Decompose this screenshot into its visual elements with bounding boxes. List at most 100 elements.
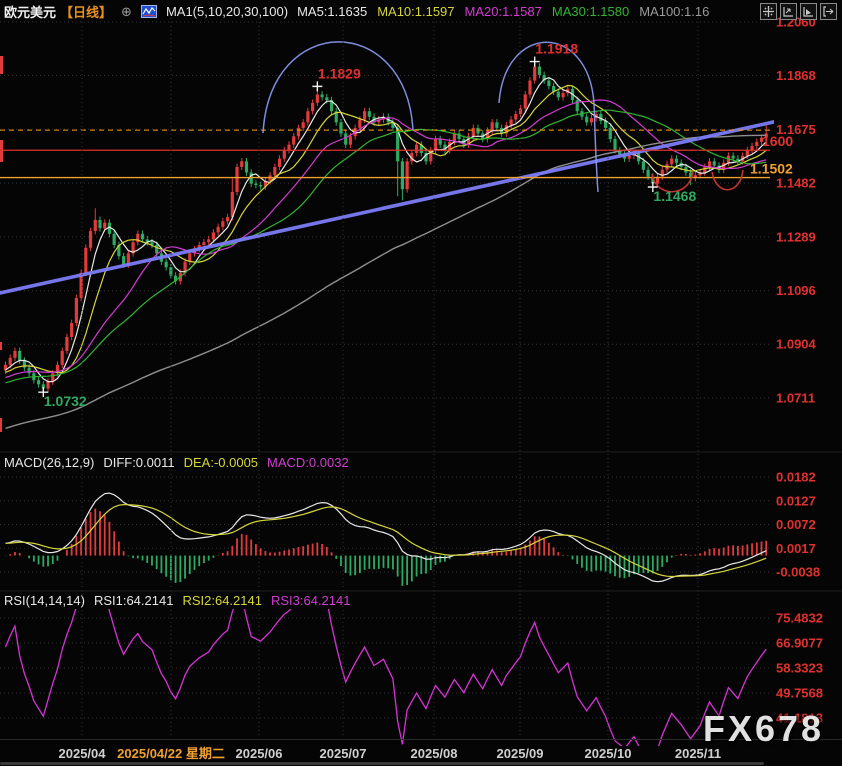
extreme-cross-marker — [312, 81, 322, 91]
scale-left-axis-icon[interactable] — [780, 3, 797, 20]
main-y-axis-label: 1.1096 — [776, 283, 816, 298]
candle-body — [273, 167, 276, 175]
candle-body — [89, 231, 92, 248]
ma-value: MA5:1.1635 — [297, 4, 367, 19]
candle-body — [561, 93, 564, 97]
add-indicator-icon[interactable]: ⊕ — [121, 5, 132, 18]
candle-body — [325, 97, 328, 100]
candle-body — [732, 156, 735, 159]
main-y-axis-label: 1.0711 — [776, 391, 815, 406]
main-y-axis-label: 1.1482 — [776, 176, 816, 191]
rsi-y-axis-label: 58.3323 — [776, 660, 823, 675]
candle-body — [519, 108, 522, 114]
macd-y-axis-label: -0.0038 — [776, 565, 820, 580]
level-label-1.1502: 1.1502 — [750, 161, 793, 177]
candle-body — [287, 145, 290, 151]
x-axis-label[interactable]: 2025/09 — [497, 746, 544, 761]
x-axis-label[interactable]: 2025/08 — [411, 746, 458, 761]
candle-body — [708, 161, 711, 167]
scale-right-axis-icon[interactable] — [800, 3, 817, 20]
candle-body — [472, 128, 475, 136]
candle-body — [226, 217, 229, 221]
candle-body — [103, 223, 106, 229]
double-bottom-arc[interactable] — [712, 170, 743, 190]
price-annotation: 1.1829 — [318, 65, 361, 81]
candle-body — [18, 351, 21, 361]
candle-body — [476, 128, 479, 134]
crosshair-tool-icon[interactable] — [760, 3, 777, 20]
chart-canvas[interactable]: 16001.15021.07321.18291.19181.14681.2060… — [0, 0, 842, 766]
candle-body — [368, 111, 371, 117]
ma-group-label: MA1(5,10,20,30,100) — [166, 4, 288, 19]
candle-body — [259, 185, 262, 186]
candle-body — [713, 161, 716, 165]
candle-body — [439, 139, 442, 145]
candle-body — [75, 298, 78, 323]
candle-body — [401, 161, 404, 189]
scrollbar[interactable] — [0, 762, 764, 765]
candle-body — [98, 220, 101, 228]
macd-macd-value: MACD:0.0032 — [267, 455, 349, 470]
candle-body — [339, 122, 342, 133]
price-annotation: 1.1918 — [535, 41, 578, 57]
macd-y-axis-label: 0.0017 — [776, 541, 816, 556]
candle-body — [363, 111, 366, 119]
candle-body — [406, 161, 409, 189]
candle-body — [202, 242, 205, 245]
candle-body — [113, 234, 116, 245]
candle-body — [254, 184, 257, 185]
candle-body — [13, 351, 16, 358]
candle-body — [122, 256, 125, 264]
main-y-axis-label: 1.0904 — [776, 337, 817, 352]
dome-annotation[interactable] — [263, 42, 413, 133]
offscreen-candle-remnant — [0, 140, 3, 162]
candle-body — [755, 142, 758, 146]
ma5-line — [6, 78, 767, 382]
period-label[interactable]: 【日线】 — [60, 2, 112, 21]
offscreen-candle-remnant — [0, 56, 3, 74]
candle-body — [207, 239, 210, 242]
rsi2-value: RSI2:64.2141 — [182, 593, 262, 608]
ma-values: MA5:1.1635MA10:1.1597MA20:1.1587MA30:1.1… — [297, 4, 709, 19]
candle-body — [613, 139, 616, 150]
rsi-y-axis-label: 49.7568 — [776, 685, 823, 700]
rsi-pane — [0, 581, 770, 766]
price-annotation: 1.0732 — [44, 393, 87, 409]
candle-body — [61, 351, 64, 365]
macd-dea-value: DEA:-0.0005 — [184, 455, 258, 470]
x-axis-label[interactable]: 2025/07 — [320, 746, 367, 761]
candle-body — [283, 150, 286, 158]
jump-to-latest-icon[interactable] — [820, 3, 837, 20]
candle-body — [217, 227, 220, 233]
candle-body — [514, 114, 517, 120]
candle-body — [320, 94, 323, 97]
candle-body — [37, 380, 40, 384]
candle-body — [675, 159, 678, 163]
x-axis-label[interactable]: 2025/10 — [585, 746, 632, 761]
rsi-title: RSI(14,14,14) — [4, 593, 85, 608]
candle-body — [533, 67, 536, 81]
candle-body — [212, 232, 215, 239]
candle-body — [703, 167, 706, 173]
symbol-name[interactable]: 欧元美元 — [4, 2, 56, 21]
candle-body — [557, 92, 560, 98]
macd-y-axis-label: 0.0182 — [776, 470, 816, 485]
candle-body — [221, 221, 224, 227]
candle-body — [538, 67, 541, 75]
x-axis-label[interactable]: 2025/06 — [236, 746, 283, 761]
candle-body — [628, 156, 631, 159]
candle-body — [245, 161, 248, 172]
trendline[interactable] — [0, 121, 778, 293]
x-axis-label[interactable]: 2025/04 — [59, 746, 107, 761]
candle-body — [316, 94, 319, 102]
rsi3-value: RSI3:64.2141 — [271, 593, 351, 608]
selected-date-label[interactable]: 2025/04/22 星期二 — [117, 746, 225, 761]
chart-toolbar — [760, 3, 837, 20]
macd-y-axis-label: 0.0072 — [776, 517, 816, 532]
price-annotation: 1.1468 — [653, 188, 696, 204]
candle-body — [306, 111, 309, 122]
macd-pane — [0, 477, 770, 586]
mini-chart-icon[interactable] — [141, 5, 157, 18]
candle-body — [750, 146, 753, 150]
candle-body — [94, 220, 97, 231]
